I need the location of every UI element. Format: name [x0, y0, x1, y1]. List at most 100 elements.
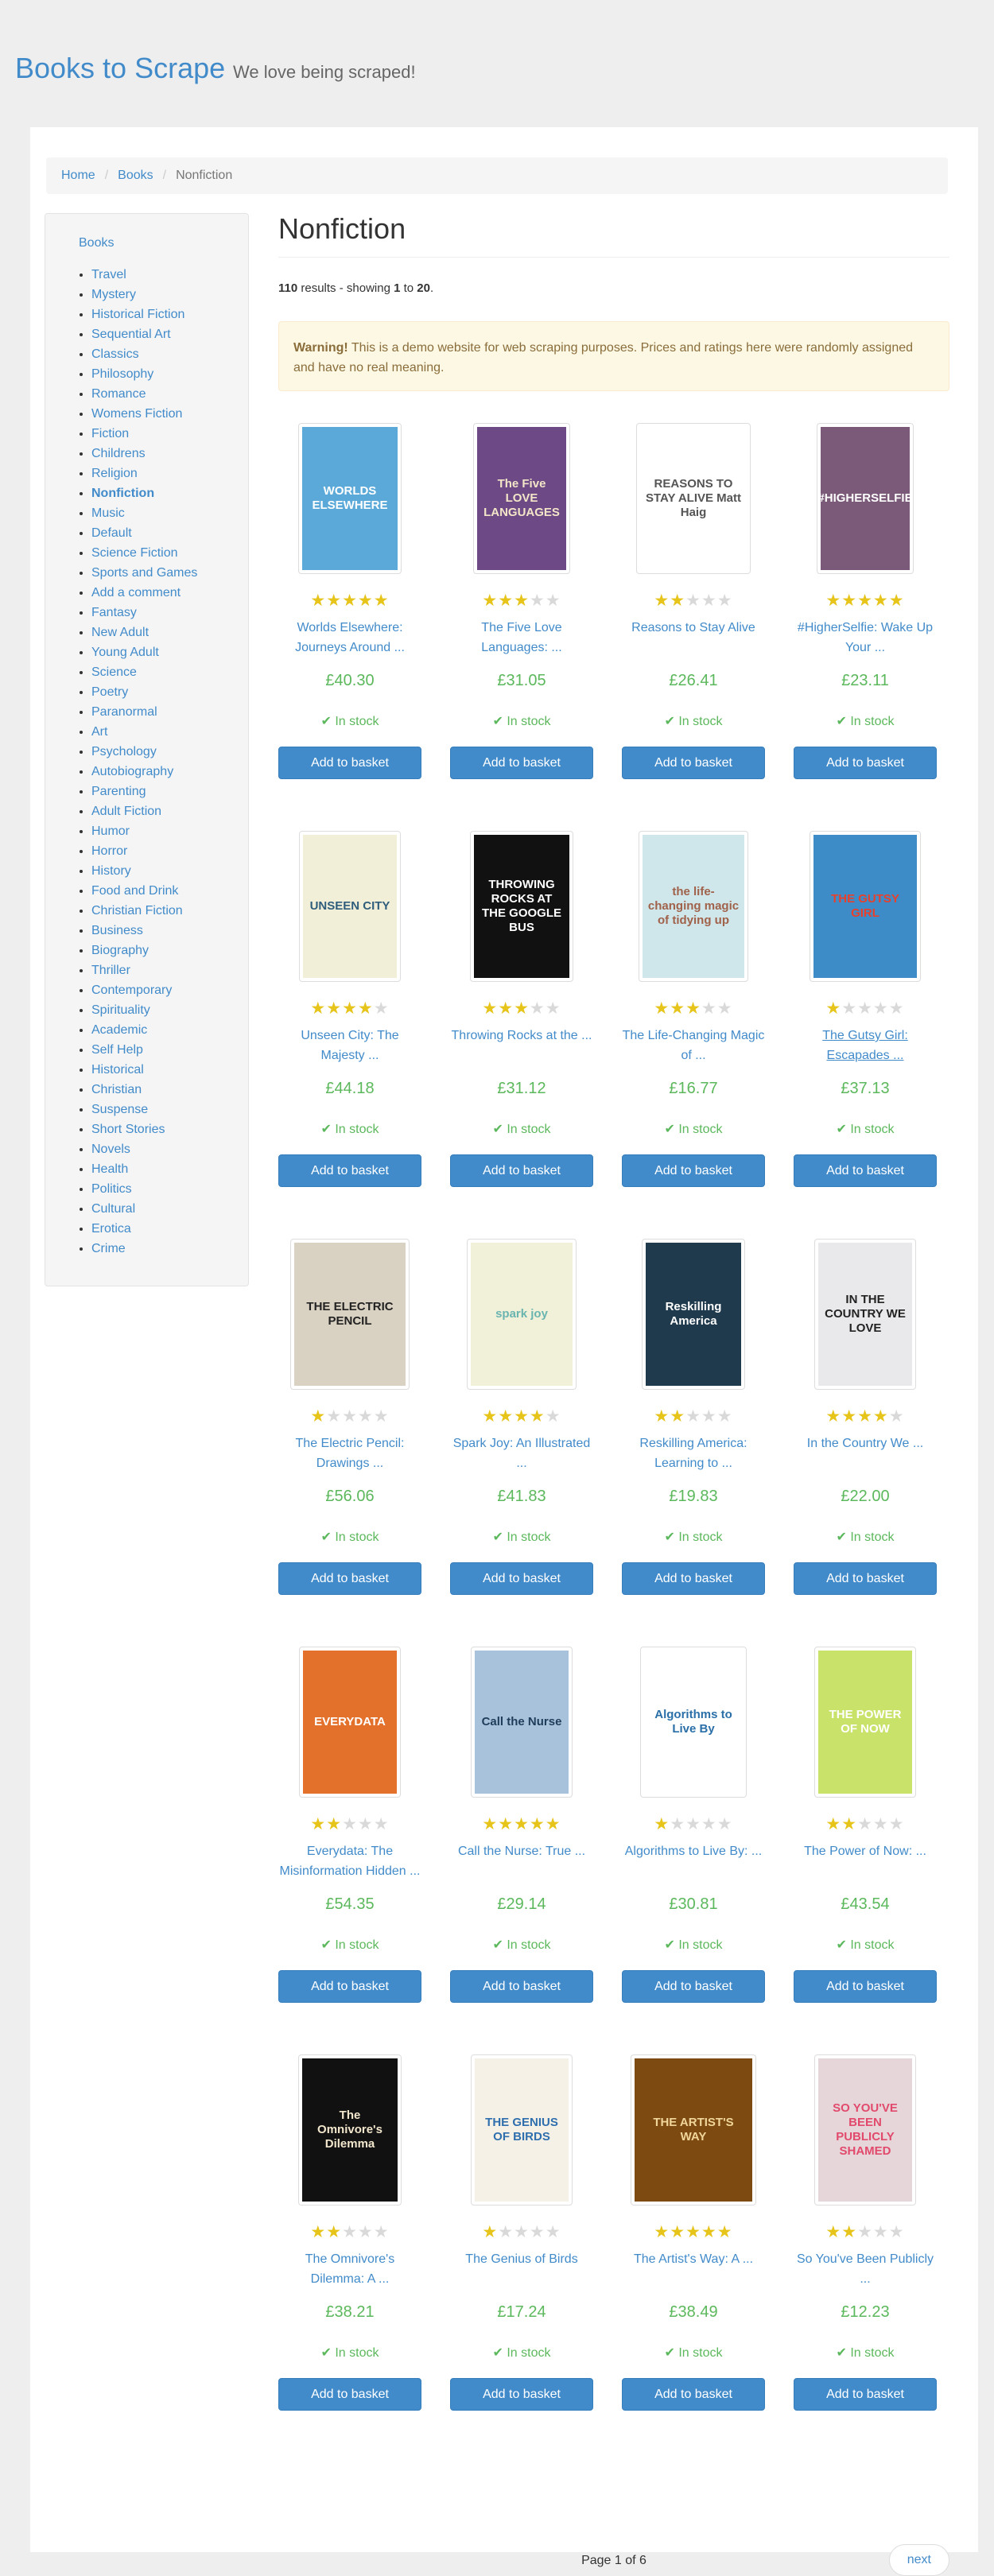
product-title-link[interactable]: The Gutsy Girl: Escapades ... [794, 1026, 937, 1065]
book-cover-image[interactable]: SO YOU'VE BEEN PUBLICLY SHAMED [814, 2054, 916, 2206]
book-cover-image[interactable]: The Omnivore's Dilemma [298, 2054, 402, 2206]
product-title-link[interactable]: Reasons to Stay Alive [622, 618, 765, 638]
book-cover-image[interactable]: THROWING ROCKS AT THE GOOGLE BUS [470, 831, 573, 982]
sidebar-item-link[interactable]: Self Help [91, 1043, 143, 1057]
add-to-basket-button[interactable]: Add to basket [278, 747, 421, 779]
sidebar-item-link[interactable]: Novels [91, 1143, 130, 1156]
sidebar-item-link[interactable]: Mystery [91, 288, 136, 301]
sidebar-item-link[interactable]: Biography [91, 944, 149, 957]
add-to-basket-button[interactable]: Add to basket [278, 2378, 421, 2411]
product-title-link[interactable]: The Genius of Birds [450, 2249, 593, 2269]
sidebar-item-link[interactable]: Add a comment [91, 586, 181, 599]
add-to-basket-button[interactable]: Add to basket [622, 1970, 765, 2003]
add-to-basket-button[interactable]: Add to basket [278, 1154, 421, 1187]
sidebar-item-link[interactable]: Thriller [91, 964, 130, 977]
sidebar-item-link[interactable]: Suspense [91, 1103, 148, 1116]
book-cover-image[interactable]: the life-changing magic of tidying up [639, 831, 748, 982]
book-cover-image[interactable]: UNSEEN CITY [299, 831, 401, 982]
book-cover-image[interactable]: THE ELECTRIC PENCIL [290, 1239, 410, 1390]
book-cover-image[interactable]: EVERYDATA [299, 1647, 401, 1798]
add-to-basket-button[interactable]: Add to basket [622, 1562, 765, 1595]
sidebar-item-link[interactable]: Spirituality [91, 1003, 150, 1017]
sidebar-item-link[interactable]: Science [91, 665, 137, 679]
product-title-link[interactable]: The Five Love Languages: ... [450, 618, 593, 658]
sidebar-item-link[interactable]: Historical Fiction [91, 308, 184, 321]
add-to-basket-button[interactable]: Add to basket [278, 1562, 421, 1595]
sidebar-item-link[interactable]: Music [91, 506, 125, 520]
product-title-link[interactable]: Everydata: The Misinformation Hidden ... [278, 1841, 421, 1881]
sidebar-item-link[interactable]: Sequential Art [91, 328, 171, 341]
sidebar-item-link[interactable]: Contemporary [91, 983, 172, 997]
sidebar-item-link[interactable]: Autobiography [91, 765, 173, 778]
product-title-link[interactable]: So You've Been Publicly ... [794, 2249, 937, 2289]
product-title-link[interactable]: The Power of Now: ... [794, 1841, 937, 1861]
book-cover-image[interactable]: THE POWER OF NOW [814, 1647, 916, 1798]
sidebar-item-link[interactable]: Default [91, 526, 132, 540]
book-cover-image[interactable]: IN THE COUNTRY WE LOVE [814, 1239, 916, 1390]
sidebar-item-link[interactable]: Religion [91, 467, 138, 480]
sidebar-item-link[interactable]: History [91, 864, 131, 878]
sidebar-item-link[interactable]: Young Adult [91, 646, 159, 659]
product-title-link[interactable]: The Omnivore's Dilemma: A ... [278, 2249, 421, 2289]
sidebar-item-link[interactable]: Art [91, 725, 107, 739]
product-title-link[interactable]: Unseen City: The Majesty ... [278, 1026, 421, 1065]
book-cover-image[interactable]: REASONS TO STAY ALIVE Matt Haig [636, 423, 751, 574]
product-title-link[interactable]: The Life-Changing Magic of ... [622, 1026, 765, 1065]
add-to-basket-button[interactable]: Add to basket [622, 747, 765, 779]
product-title-link[interactable]: In the Country We ... [794, 1433, 937, 1453]
sidebar-item-link[interactable]: Philosophy [91, 367, 153, 381]
sidebar-books-link[interactable]: Books [79, 236, 248, 250]
sidebar-item-link[interactable]: Childrens [91, 447, 146, 460]
sidebar-item-link[interactable]: Nonfiction [91, 487, 154, 500]
sidebar-item-link[interactable]: Short Stories [91, 1123, 165, 1136]
sidebar-item-link[interactable]: Classics [91, 347, 139, 361]
sidebar-item-link[interactable]: Cultural [91, 1202, 135, 1216]
sidebar-item-link[interactable]: Erotica [91, 1222, 131, 1236]
sidebar-item-link[interactable]: New Adult [91, 626, 149, 639]
product-title-link[interactable]: Algorithms to Live By: ... [622, 1841, 765, 1861]
sidebar-item-link[interactable]: Fantasy [91, 606, 137, 619]
add-to-basket-button[interactable]: Add to basket [278, 1970, 421, 2003]
product-title-link[interactable]: The Artist's Way: A ... [622, 2249, 765, 2269]
product-title-link[interactable]: #HigherSelfie: Wake Up Your ... [794, 618, 937, 658]
add-to-basket-button[interactable]: Add to basket [794, 747, 937, 779]
sidebar-item-link[interactable]: Humor [91, 824, 130, 838]
sidebar-item-link[interactable]: Business [91, 924, 143, 937]
sidebar-item-link[interactable]: Womens Fiction [91, 407, 182, 421]
sidebar-item-link[interactable]: Academic [91, 1023, 147, 1037]
add-to-basket-button[interactable]: Add to basket [450, 1970, 593, 2003]
book-cover-image[interactable]: The Five LOVE LANGUAGES [473, 423, 570, 574]
add-to-basket-button[interactable]: Add to basket [622, 1154, 765, 1187]
book-cover-image[interactable]: Algorithms to Live By [640, 1647, 747, 1798]
book-cover-image[interactable]: THE GENIUS OF BIRDS [471, 2054, 573, 2206]
sidebar-item-link[interactable]: Crime [91, 1242, 126, 1255]
sidebar-item-link[interactable]: Health [91, 1162, 128, 1176]
breadcrumb-home[interactable]: Home [61, 169, 95, 183]
product-title-link[interactable]: Spark Joy: An Illustrated ... [450, 1433, 593, 1473]
product-title-link[interactable]: Call the Nurse: True ... [450, 1841, 593, 1861]
book-cover-image[interactable]: Call the Nurse [471, 1647, 573, 1798]
sidebar-item-link[interactable]: Psychology [91, 745, 157, 758]
book-cover-image[interactable]: WORLDS ELSEWHERE [298, 423, 402, 574]
sidebar-item-link[interactable]: Horror [91, 844, 127, 858]
sidebar-item-link[interactable]: Politics [91, 1182, 132, 1196]
sidebar-item-link[interactable]: Travel [91, 268, 126, 281]
product-title-link[interactable]: The Electric Pencil: Drawings ... [278, 1433, 421, 1473]
sidebar-item-link[interactable]: Fiction [91, 427, 129, 440]
add-to-basket-button[interactable]: Add to basket [450, 2378, 593, 2411]
book-cover-image[interactable]: THE ARTIST'S WAY [631, 2054, 756, 2206]
product-title-link[interactable]: Worlds Elsewhere: Journeys Around ... [278, 618, 421, 658]
add-to-basket-button[interactable]: Add to basket [450, 1154, 593, 1187]
sidebar-item-link[interactable]: Christian Fiction [91, 904, 183, 918]
add-to-basket-button[interactable]: Add to basket [450, 1562, 593, 1595]
book-cover-image[interactable]: Reskilling America [642, 1239, 745, 1390]
sidebar-item-link[interactable]: Historical [91, 1063, 144, 1077]
sidebar-item-link[interactable]: Romance [91, 387, 146, 401]
next-page-button[interactable]: next [888, 2544, 949, 2576]
add-to-basket-button[interactable]: Add to basket [622, 2378, 765, 2411]
sidebar-item-link[interactable]: Paranormal [91, 705, 157, 719]
add-to-basket-button[interactable]: Add to basket [794, 1562, 937, 1595]
breadcrumb-books[interactable]: Books [118, 169, 153, 183]
add-to-basket-button[interactable]: Add to basket [794, 2378, 937, 2411]
sidebar-item-link[interactable]: Science Fiction [91, 546, 178, 560]
